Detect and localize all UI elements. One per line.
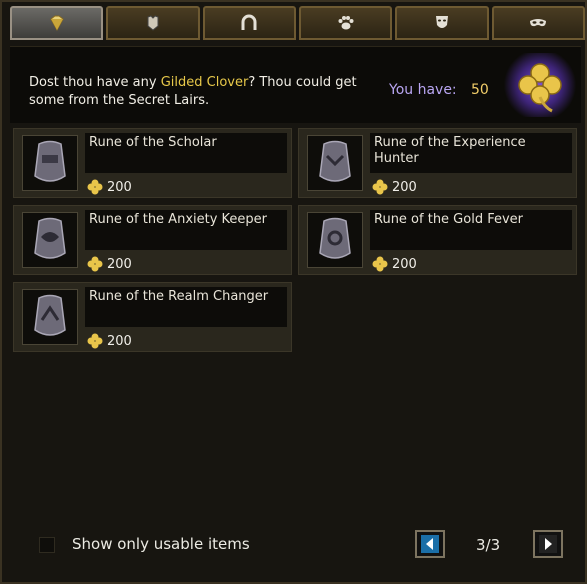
arrow-right-icon	[539, 535, 557, 553]
item-price: 200	[86, 256, 132, 272]
shop-window: Dost thou have any Gilded Clover? Thou c…	[0, 0, 587, 584]
item-price: 200	[86, 333, 132, 349]
item-title: Rune of the Realm Changer	[89, 289, 269, 304]
item-title-box: Rune of the Gold Fever	[370, 210, 572, 250]
item-price-value: 200	[392, 179, 417, 195]
item-title-box: Rune of the Realm Changer	[85, 287, 287, 327]
tab-masks[interactable]	[491, 6, 585, 40]
clover-icon	[87, 256, 103, 272]
paw-icon	[338, 16, 354, 30]
currency-header: Dost thou have any Gilded Clover? Thou c…	[10, 46, 581, 123]
horseshoe-icon	[241, 14, 257, 30]
rune-icon	[22, 135, 78, 191]
theater-mask-icon	[435, 16, 448, 28]
rune-icon	[307, 135, 363, 191]
tab-costumes[interactable]	[395, 6, 489, 40]
item-price: 200	[371, 179, 417, 195]
gilded-clover-link: Gilded Clover	[160, 75, 249, 90]
info-text: Dost thou have any Gilded Clover? Thou c…	[29, 74, 389, 110]
page-indicator: 3/3	[476, 536, 501, 554]
footer-bar: Show only usable items 3/3	[2, 522, 587, 572]
clover-icon	[87, 333, 103, 349]
tab-pets[interactable]	[298, 6, 393, 40]
item-title: Rune of the Gold Fever	[374, 212, 524, 227]
clover-icon	[372, 179, 388, 195]
usable-items-label: Show only usable items	[72, 535, 250, 553]
tab-horseshoe[interactable]	[202, 6, 296, 40]
item-title-box: Rune of the Experience Hunter	[370, 133, 572, 173]
info-text-pre: Dost thou have any	[29, 75, 161, 90]
prev-page-button[interactable]	[415, 530, 445, 558]
item-title: Rune of the Anxiety Keeper	[89, 212, 268, 227]
item-card[interactable]: Rune of the Scholar 200	[13, 128, 292, 198]
rune-icon	[22, 212, 78, 268]
clover-icon	[87, 179, 103, 195]
gilded-clover-icon	[504, 53, 576, 117]
item-price-value: 200	[107, 333, 132, 349]
eye-mask-icon	[530, 19, 547, 27]
item-card[interactable]: Rune of the Realm Changer 200	[13, 282, 292, 352]
arrow-left-icon	[421, 535, 439, 553]
item-title-box: Rune of the Scholar	[85, 133, 287, 173]
tab-armor[interactable]	[106, 6, 200, 40]
category-tabs	[10, 6, 585, 42]
item-price: 200	[86, 179, 132, 195]
item-price-value: 200	[107, 256, 132, 272]
item-title: Rune of the Experience Hunter	[374, 135, 526, 166]
item-card[interactable]: Rune of the Anxiety Keeper 200	[13, 205, 292, 275]
you-have-value: 50	[471, 82, 489, 98]
item-title-box: Rune of the Anxiety Keeper	[85, 210, 287, 250]
usable-items-checkbox[interactable]	[39, 537, 55, 553]
item-card[interactable]: Rune of the Experience Hunter 200	[298, 128, 577, 198]
item-price: 200	[371, 256, 417, 272]
item-price-value: 200	[392, 256, 417, 272]
item-price-value: 200	[107, 179, 132, 195]
item-card[interactable]: Rune of the Gold Fever 200	[298, 205, 577, 275]
gem-icon	[50, 15, 64, 32]
clover-icon	[372, 256, 388, 272]
rune-icon	[307, 212, 363, 268]
rune-icon	[22, 289, 78, 345]
item-title: Rune of the Scholar	[89, 135, 217, 150]
next-page-button[interactable]	[533, 530, 563, 558]
you-have-label: You have:	[389, 82, 457, 98]
armor-icon	[147, 15, 159, 31]
tab-gems[interactable]	[10, 6, 104, 40]
